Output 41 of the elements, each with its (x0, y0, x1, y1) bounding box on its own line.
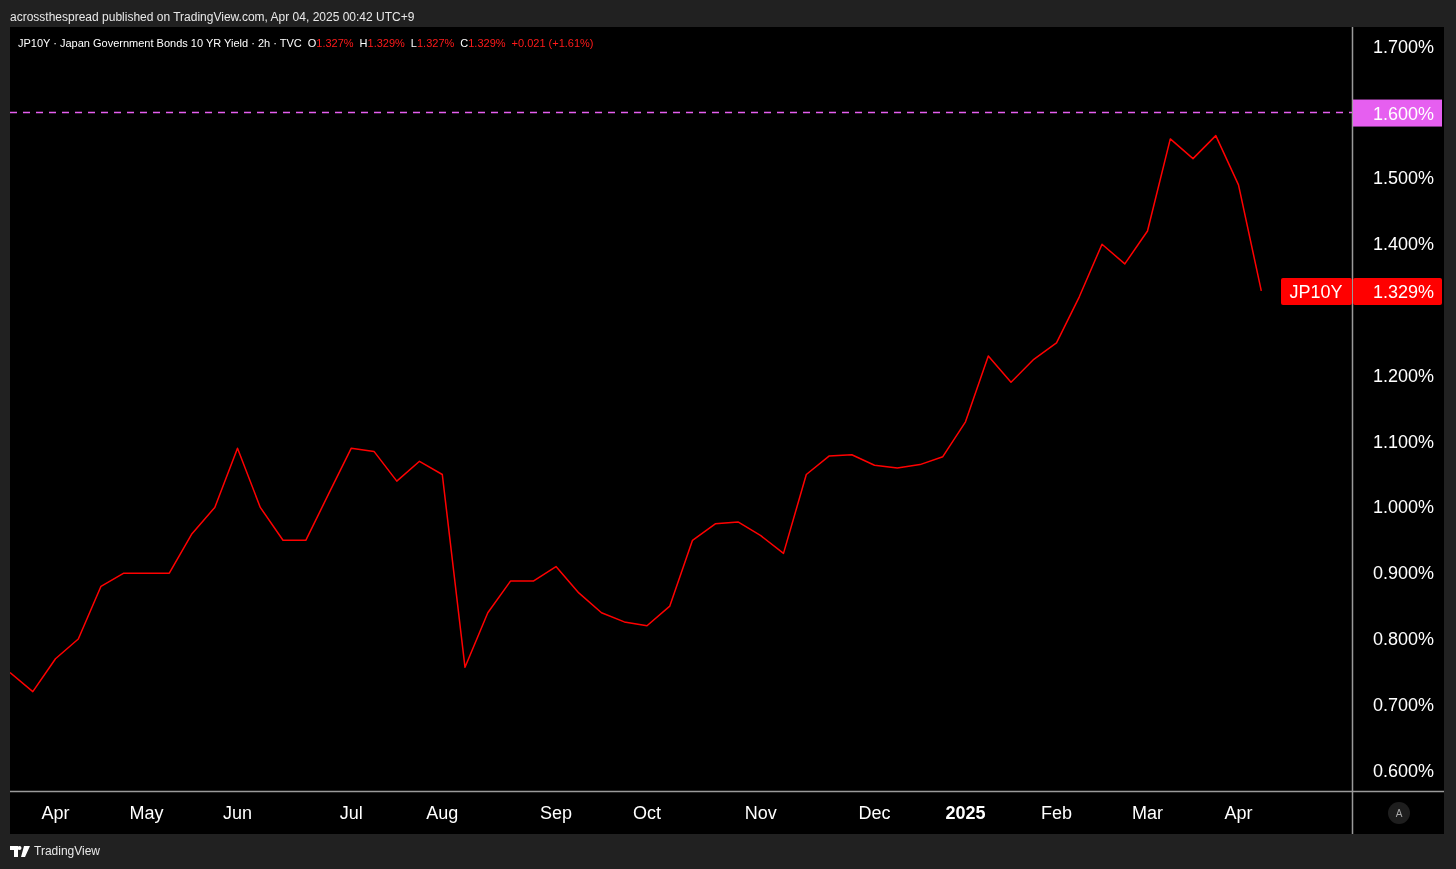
price-change: +0.021 (+1.61%) (511, 37, 594, 49)
time-axis-label: Apr (1224, 803, 1253, 823)
ohlc-label: O (307, 37, 317, 49)
price-axis-label: 0.700% (1372, 694, 1434, 715)
time-axis-label: 2025 (945, 803, 986, 823)
symbol-description: JP10Y · Japan Government Bonds 10 YR Yield · 2h · TVC (18, 37, 302, 49)
time-axis-label: Nov (744, 803, 777, 823)
attribution-text: acrossthespread published on TradingView.com, Apr 04, 2025 00:42 UTC+9 (9, 9, 416, 26)
price-axis-label: 1.700% (1372, 36, 1434, 57)
price-axis-label: 1.400% (1372, 234, 1434, 255)
ohlc-value: 1.327% (316, 37, 354, 49)
y-tick-label: 1.600% (1372, 103, 1434, 124)
price-axis-label: 1.200% (1372, 365, 1434, 386)
time-axis-label: May (129, 803, 164, 823)
logo-icon (10, 845, 30, 857)
time-axis-label: Apr (41, 803, 70, 823)
ohlc-value: 1.329% (367, 37, 405, 49)
price-axis-label: 0.900% (1372, 563, 1434, 584)
time-axis-label: Jul (339, 803, 363, 823)
time-axis-label: Sep (540, 803, 572, 823)
legend-label: JP10Y (1289, 281, 1343, 302)
price-axis-label: 0.800% (1372, 629, 1434, 649)
ohlc-label: H (359, 37, 368, 49)
symbol-tag: JP10Y (1281, 277, 1352, 305)
time-axis-label: Feb (1041, 803, 1072, 823)
ohlc-label: C (460, 37, 469, 49)
price-axis-label: 1.500% (1372, 168, 1434, 189)
ohlc-value: 1.327% (417, 37, 455, 49)
ohlc-label: L (410, 37, 417, 49)
price-axis-label: 1.000% (1372, 497, 1434, 518)
last-price-tag: 1.329% (1353, 277, 1442, 305)
time-axis-label: Dec (858, 803, 891, 823)
time-axis-label: Mar (1132, 803, 1163, 823)
time-axis-label: Jun (223, 803, 252, 823)
footer-brand: TradingView (34, 844, 101, 858)
time-axis-label: Oct (633, 803, 661, 823)
price-axis-label: 0.600% (1372, 760, 1434, 781)
ohlc-value: 1.329% (468, 37, 506, 49)
level-price-tag: 1.600% (1353, 99, 1442, 127)
time-axis-label: Aug (426, 803, 459, 823)
price-axis-label: 1.100% (1372, 431, 1434, 452)
